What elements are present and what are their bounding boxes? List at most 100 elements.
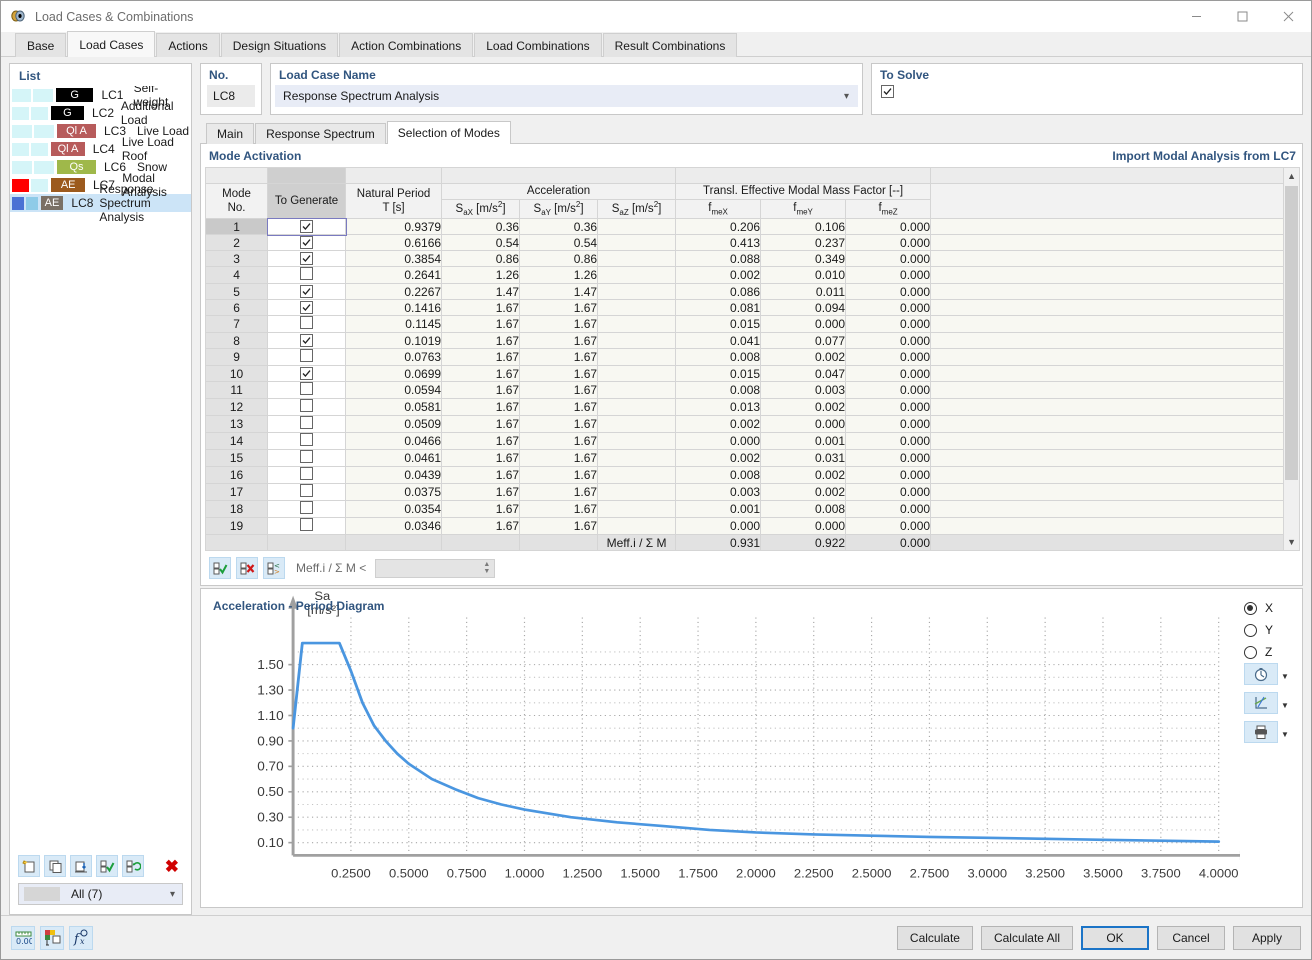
row-fmex[interactable]: 0.002 [675, 266, 762, 285]
table-row[interactable]: 13 0.0509 1.67 1.67 0.002 0.000 0.000 [205, 415, 1285, 434]
row-sax[interactable]: 1.67 [441, 483, 521, 502]
row-fmex[interactable]: 0.015 [675, 365, 762, 383]
row-fmex[interactable]: 0.008 [675, 348, 762, 367]
row-sax[interactable]: 1.67 [441, 332, 521, 350]
to-solve-checkbox[interactable] [880, 85, 1302, 99]
select-by-criteria-icon[interactable]: < > [263, 557, 286, 580]
row-sax[interactable]: 1.47 [441, 283, 521, 301]
tab-base[interactable]: Base [15, 33, 67, 57]
print-icon[interactable] [1243, 721, 1278, 744]
checkbox[interactable] [300, 300, 314, 314]
row-to-generate[interactable] [267, 250, 347, 268]
row-fmez[interactable]: 0.000 [845, 315, 932, 334]
row-fmez[interactable]: 0.000 [845, 299, 932, 317]
units-decimal-icon[interactable]: 0.00 [11, 925, 35, 950]
copy-load-case-icon[interactable] [44, 855, 66, 877]
row-mode-no[interactable]: 9 [205, 348, 269, 367]
row-to-generate[interactable] [266, 217, 347, 236]
row-fmey[interactable]: 0.349 [760, 250, 847, 268]
diagram-settings-icon[interactable] [1243, 692, 1278, 715]
row-sax[interactable]: 1.26 [441, 266, 521, 285]
scroll-track[interactable] [1284, 184, 1299, 534]
row-say[interactable]: 1.67 [519, 415, 599, 434]
table-row[interactable]: 15 0.0461 1.67 1.67 0.002 0.031 0.000 [205, 449, 1285, 468]
row-fmez[interactable]: 0.000 [845, 415, 932, 434]
checkbox[interactable] [300, 484, 314, 498]
tab-load-combinations[interactable]: Load Combinations [474, 33, 602, 57]
checkbox[interactable] [300, 284, 314, 298]
row-mode-no[interactable]: 14 [205, 432, 269, 451]
row-mode-no[interactable]: 18 [205, 500, 269, 519]
row-to-generate[interactable] [267, 266, 347, 285]
row-fmey[interactable]: 0.031 [760, 449, 847, 468]
chevron-down-icon[interactable]: ▼ [1281, 701, 1289, 710]
ok-button[interactable]: OK [1081, 925, 1149, 950]
tab-load-cases[interactable]: Load Cases [67, 31, 156, 57]
row-fmey[interactable]: 0.002 [760, 483, 847, 502]
row-natural-period[interactable]: 0.0354 [345, 500, 443, 519]
import-load-case-icon[interactable] [70, 855, 92, 877]
row-to-generate[interactable] [267, 234, 347, 252]
row-natural-period[interactable]: 0.0461 [345, 449, 443, 468]
row-saz[interactable] [597, 250, 677, 268]
row-natural-period[interactable]: 0.2641 [345, 266, 443, 285]
row-fmex[interactable]: 0.206 [675, 218, 762, 236]
row-fmez[interactable]: 0.000 [845, 234, 932, 252]
row-fmey[interactable]: 0.000 [760, 415, 847, 434]
row-say[interactable]: 1.67 [519, 315, 599, 334]
row-fmez[interactable]: 0.000 [845, 398, 932, 417]
row-fmez[interactable]: 0.000 [845, 283, 932, 301]
row-fmez[interactable]: 0.000 [845, 218, 932, 236]
row-fmey[interactable]: 0.000 [760, 517, 847, 536]
row-sax[interactable]: 1.67 [441, 517, 521, 536]
row-saz[interactable] [597, 332, 677, 350]
chevron-down-icon[interactable]: ▾ [844, 91, 849, 102]
chevron-up-icon[interactable]: ▲ [1284, 168, 1299, 184]
maximize-button[interactable] [1219, 1, 1265, 32]
new-load-case-icon[interactable] [18, 855, 40, 877]
row-fmey[interactable]: 0.002 [760, 348, 847, 367]
row-to-generate[interactable] [267, 415, 347, 434]
import-modal-analysis-link[interactable]: Import Modal Analysis from LC7 [1112, 149, 1296, 163]
row-saz[interactable] [597, 266, 677, 285]
tab-actions[interactable]: Actions [156, 33, 220, 57]
table-row[interactable]: 6 0.1416 1.67 1.67 0.081 0.094 0.000 [205, 299, 1285, 317]
row-fmex[interactable]: 0.086 [675, 283, 762, 301]
checkbox[interactable] [300, 467, 314, 481]
row-say[interactable]: 0.86 [519, 250, 599, 268]
axis-radio-x[interactable]: X [1243, 597, 1273, 619]
row-fmex[interactable]: 0.413 [675, 234, 762, 252]
list-item[interactable]: Ql A LC4 Live Load Roof [10, 135, 191, 163]
table-row[interactable]: 1 0.9379 0.36 0.36 0.206 0.106 0.000 [205, 217, 1285, 236]
row-saz[interactable] [597, 348, 677, 367]
row-fmex[interactable]: 0.003 [675, 483, 762, 502]
row-fmex[interactable]: 0.015 [675, 315, 762, 334]
row-natural-period[interactable]: 0.0763 [345, 348, 443, 367]
row-mode-no[interactable]: 4 [205, 266, 269, 285]
table-row[interactable]: 2 0.6166 0.54 0.54 0.413 0.237 0.000 [205, 234, 1285, 252]
row-saz[interactable] [597, 398, 677, 417]
header-saz[interactable]: SaZ [m/s2] [597, 198, 677, 220]
row-natural-period[interactable]: 0.0346 [345, 517, 443, 536]
row-fmex[interactable]: 0.002 [675, 415, 762, 434]
row-fmex[interactable]: 0.000 [675, 432, 762, 451]
row-fmez[interactable]: 0.000 [845, 466, 932, 485]
row-to-generate[interactable] [267, 348, 347, 367]
row-saz[interactable] [597, 218, 677, 236]
table-row[interactable]: 12 0.0581 1.67 1.67 0.013 0.002 0.000 [205, 398, 1285, 417]
row-mode-no[interactable]: 8 [205, 332, 269, 350]
calculate-all-button[interactable]: Calculate All [980, 925, 1073, 950]
row-to-generate[interactable] [267, 315, 347, 334]
row-say[interactable]: 1.67 [519, 466, 599, 485]
checkbox[interactable] [300, 333, 314, 347]
checkbox[interactable] [300, 399, 314, 413]
row-sax[interactable]: 1.67 [441, 381, 521, 400]
row-say[interactable]: 1.67 [519, 348, 599, 367]
table-row[interactable]: 8 0.1019 1.67 1.67 0.041 0.077 0.000 [205, 332, 1285, 350]
row-sax[interactable]: 1.67 [441, 365, 521, 383]
row-saz[interactable] [597, 483, 677, 502]
row-mode-no[interactable]: 3 [205, 250, 269, 268]
tab-response-spectrum[interactable]: Response Spectrum [255, 123, 386, 144]
check-all-icon[interactable] [209, 557, 232, 580]
row-fmey[interactable]: 0.237 [760, 234, 847, 252]
